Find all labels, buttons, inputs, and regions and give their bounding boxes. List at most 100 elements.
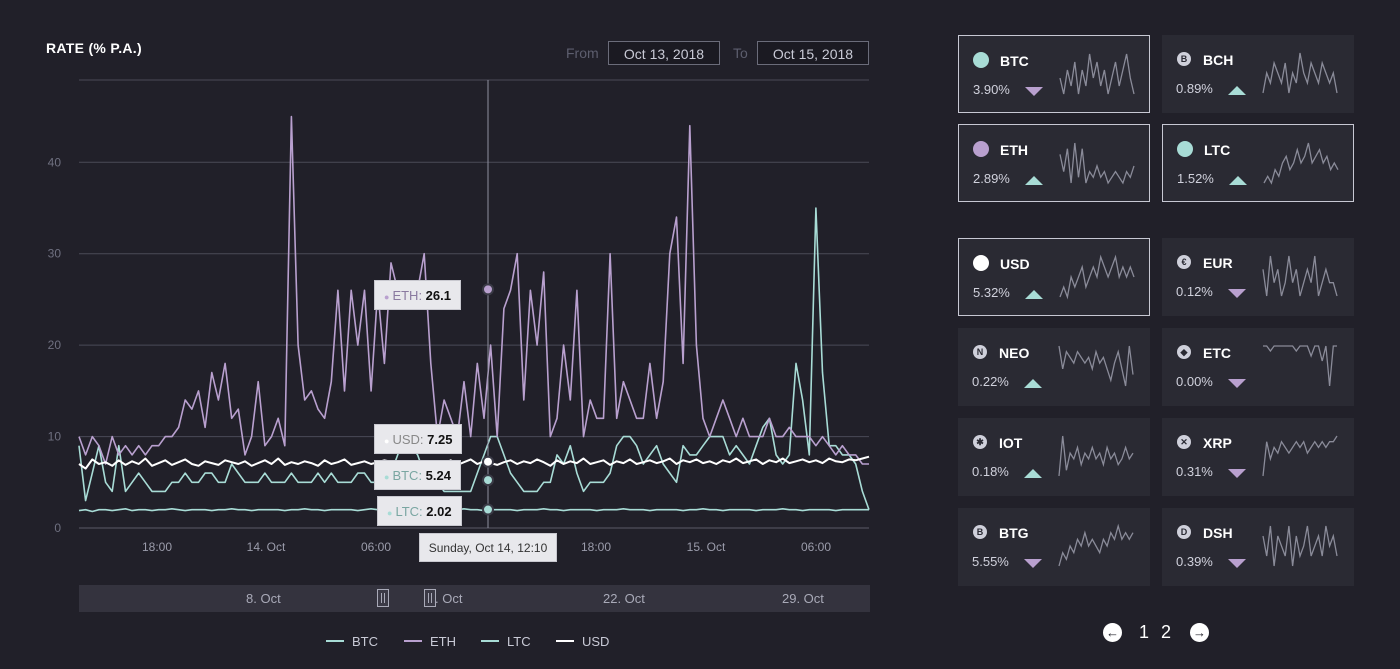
y-tick-label: 40 [48,155,62,169]
x-tick-label: 15. Oct [687,540,726,554]
arrow-down-icon [1228,289,1246,298]
tooltip-ltc: ● LTC: 2.02 [377,496,462,526]
sparkline-path [1262,435,1338,477]
currency-card-eth[interactable]: ETH 2.89% [958,124,1150,202]
tooltip-value: 7.25 [427,432,453,447]
sparkline-path [1058,523,1134,567]
sparkline [1262,525,1338,567]
currency-card-iot[interactable]: ✱ IOT 0.18% [958,418,1150,496]
tooltip-date: Sunday, Oct 14, 12:10 [419,533,557,562]
tooltip-series: LTC [395,504,420,519]
btg-icon: B [973,525,987,539]
card-rate: 1.52% [1177,171,1214,186]
card-symbol: IOT [999,435,1023,451]
arrow-up-icon [1024,379,1042,388]
card-rate: 0.39% [1176,554,1213,569]
hover-marker-btc [482,474,494,487]
currency-card-bch[interactable]: B BCH 0.89% [1162,35,1354,113]
arrow-down-icon [1228,379,1246,388]
legend-item-eth[interactable]: ETH [404,632,456,650]
card-symbol: XRP [1203,435,1232,451]
sparkline [1059,142,1135,185]
legend-label: BTC [352,633,378,649]
arrow-down-icon [1025,87,1043,96]
currency-card-neo[interactable]: N NEO 0.22% [958,328,1150,406]
bch-icon: B [1177,52,1191,66]
legend-item-btc[interactable]: BTC [326,632,378,650]
sparkline [1059,53,1135,95]
navigator-tick: 8. Oct [246,591,281,606]
sparkline [1059,254,1135,300]
legend-item-usd[interactable]: USD [556,632,609,650]
card-rate: 0.00% [1176,374,1213,389]
arrow-up-icon [1229,176,1247,185]
legend-item-ltc[interactable]: LTC [481,632,531,650]
currency-card-btg[interactable]: B BTG 5.55% [958,508,1150,586]
arrow-down-icon [1024,559,1042,568]
iot-icon: ✱ [973,435,987,449]
currency-card-usd[interactable]: USD 5.32% [958,238,1150,316]
sparkline-path [1059,53,1135,95]
sparkline-path [1262,255,1338,297]
next-page-button[interactable]: → [1190,623,1209,642]
etc-icon: ◆ [1177,345,1191,359]
card-rate: 0.22% [972,374,1009,389]
dsh-icon: D [1177,525,1191,539]
navigator-left-handle[interactable] [377,589,389,607]
hover-marker-eth [482,283,494,296]
y-tick-label: 0 [54,521,61,535]
chart-panel: RATE (% P.A.) From Oct 13, 2018 To Oct 1… [0,0,900,669]
sparkline [1262,255,1338,297]
hover-marker-ltc [482,503,494,516]
y-tick-label: 30 [48,247,62,261]
navigator-tick: . Oct [435,591,463,606]
currency-card-eur[interactable]: € EUR 0.12% [1162,238,1354,316]
card-rate: 5.55% [972,554,1009,569]
card-rate: 5.32% [973,285,1010,300]
legend-swatch [326,640,344,642]
currency-card-ltc[interactable]: LTC 1.52% [1162,124,1354,202]
sparkline [1263,142,1339,185]
currency-card-xrp[interactable]: ✕ XRP 0.31% [1162,418,1354,496]
prev-page-button[interactable]: ← [1103,623,1122,642]
tooltip-value: 5.24 [425,468,451,483]
color-dot-icon [1177,141,1193,157]
card-symbol: LTC [1204,142,1231,158]
tooltip-value: 2.02 [426,504,452,519]
tooltip-series: ETH [392,288,419,303]
card-rate: 0.18% [972,464,1009,479]
currency-card-btc[interactable]: BTC 3.90% [958,35,1150,113]
arrow-up-icon [1228,86,1246,95]
sparkline-path [1058,435,1134,477]
card-rate: 0.12% [1176,284,1213,299]
page-2-link[interactable]: 2 [1161,622,1171,643]
y-tick-label: 20 [48,338,62,352]
legend-swatch [404,640,422,642]
arrow-up-icon [1024,469,1042,478]
sparkline-path [1059,254,1135,300]
tooltip-series: USD [392,432,420,447]
navigator-tick: 22. Oct [603,591,645,606]
currency-card-dsh[interactable]: D DSH 0.39% [1162,508,1354,586]
navigator[interactable]: 8. Oct . Oct 22. Oct 29. Oct [79,585,870,612]
sparkline [1262,435,1338,477]
sparkline [1263,345,1337,387]
sparkline [1058,345,1134,387]
legend-label: ETH [430,633,456,649]
sparkline-path [1262,52,1338,94]
legend-swatch [556,640,574,642]
page-1-link[interactable]: 1 [1139,622,1149,643]
sparkline [1262,52,1338,94]
sparkline-path [1262,525,1338,567]
card-symbol: ETH [1000,142,1028,158]
card-symbol: BTC [1000,53,1029,69]
arrow-down-icon [1228,559,1246,568]
navigator-right-handle[interactable] [424,589,436,607]
card-symbol: BTG [999,525,1029,541]
currency-card-etc[interactable]: ◆ ETC 0.00% [1162,328,1354,406]
y-tick-label: 10 [48,430,62,444]
card-symbol: DSH [1203,525,1233,541]
card-rate: 2.89% [973,171,1010,186]
card-symbol: BCH [1203,52,1234,68]
card-symbol: ETC [1203,345,1231,361]
